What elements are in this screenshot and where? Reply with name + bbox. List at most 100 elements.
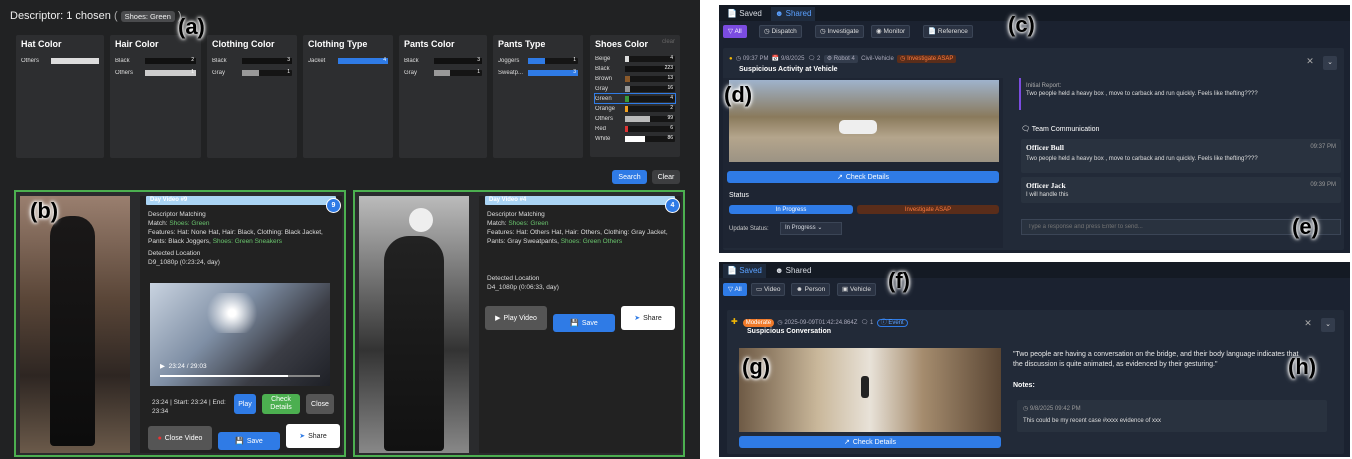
tab-saved[interactable]: 📄 Saved xyxy=(723,7,766,21)
clear-button[interactable]: Clear xyxy=(652,170,680,184)
facet-option[interactable]: Joggers 1 xyxy=(498,56,578,65)
match-value: Shoes: Green xyxy=(169,220,210,227)
tab-shared[interactable]: ☻ Shared xyxy=(771,264,815,278)
filter-label: Person xyxy=(804,286,826,293)
check-details-button[interactable]: Check Details xyxy=(262,394,300,414)
incident-meta: ● ◷ 09:37 PM 📅 9/8/2025 🗨 2 ⚙ Robot 4 Ci… xyxy=(729,55,957,63)
facet-option-bar xyxy=(51,57,99,64)
facet-option-bar: 1 xyxy=(242,69,292,76)
external-link-icon: ↗ xyxy=(836,174,843,181)
initial-report: Initial Report: Two people held a heavy … xyxy=(1019,78,1339,110)
incident-photo[interactable] xyxy=(729,80,999,162)
video-time-text: 23:24 / 29:03 xyxy=(168,363,207,370)
facet-option-count: 223 xyxy=(664,64,673,71)
facet-option[interactable]: Others 99 xyxy=(595,114,675,123)
facet-option-label: White xyxy=(595,135,611,142)
facet-option-label: Gray xyxy=(212,69,226,76)
check-details-button[interactable]: ↗ Check Details xyxy=(727,171,999,183)
facet-option[interactable]: Others xyxy=(21,56,99,65)
tab-shared[interactable]: ☻ Shared xyxy=(771,7,816,21)
person-thumbnail[interactable] xyxy=(359,196,469,453)
facet-option[interactable]: Sweatp... 3 xyxy=(498,68,578,77)
event-timestamp: 2025-09-09T01:42:24.864Z xyxy=(784,320,858,326)
facet-option[interactable]: Jacket 4 xyxy=(308,56,388,65)
save-button[interactable]: 💾 Save xyxy=(553,314,615,332)
play-video-button[interactable]: ▶ Play Video xyxy=(485,306,547,330)
filter-monitor[interactable]: ◉ Monitor xyxy=(871,25,911,38)
update-status-select[interactable]: In Progress ⌄ xyxy=(780,222,842,235)
filter-person[interactable]: ☻ Person xyxy=(791,283,831,296)
close-button[interactable]: Close xyxy=(306,394,334,414)
filter-all[interactable]: ▽ All xyxy=(723,25,747,38)
match-key: Match: xyxy=(487,220,507,227)
event-card: ✚ Moderate ◷ 2025-09-09T01:42:24.864Z 🗨 … xyxy=(727,310,1344,454)
video-player[interactable]: ▶ 23:24 / 29:03 xyxy=(150,283,330,386)
filter-video[interactable]: ▭ Video xyxy=(751,283,786,296)
facet-option-bar: 1 xyxy=(528,57,578,64)
facet-option-count: 13 xyxy=(667,74,673,81)
filter-icon: ☻ xyxy=(796,286,803,293)
facet-column: Clothing Type Jacket 4 xyxy=(303,35,393,158)
robot-label: Robot 4 xyxy=(833,56,855,62)
close-icon[interactable]: ✕ xyxy=(1303,56,1317,70)
play-video-label: Play Video xyxy=(503,314,537,322)
facet-option[interactable]: Others 1 xyxy=(115,68,196,77)
person-thumbnail[interactable] xyxy=(20,196,130,453)
close-video-button[interactable]: ● Close Video xyxy=(148,426,212,450)
facet-column: Clothing Color Black 3 Gray 1 xyxy=(207,35,297,158)
facet-option[interactable]: Orange 2 xyxy=(595,104,675,113)
facet-option[interactable]: Green 4 xyxy=(594,93,676,104)
chevron-down-icon[interactable]: ⌄ xyxy=(1321,318,1335,332)
figure-label-g: (g) xyxy=(742,354,771,379)
tab-saved-label: Saved xyxy=(739,9,762,18)
figure-label-d: (d) xyxy=(724,82,753,107)
facet-option-bar: 13 xyxy=(625,74,675,82)
facet-option-count: 86 xyxy=(667,134,673,141)
video-icon: ▶ xyxy=(495,315,501,322)
filter-all[interactable]: ▽ All xyxy=(723,283,747,296)
search-button[interactable]: Search xyxy=(612,170,647,184)
tab-shared-label: Shared xyxy=(785,9,812,18)
facet-shoes-color: Shoes Color clear Beige 4 Black 223 Brown 13 Gr… xyxy=(590,35,680,157)
features-key: Features: xyxy=(148,229,176,236)
video-title: Day Video #9 xyxy=(146,196,336,205)
descriptor-chip[interactable]: Shoes: Green xyxy=(120,11,175,22)
close-icon[interactable]: ✕ xyxy=(1301,318,1315,332)
filter-vehicle[interactable]: ▣ Vehicle xyxy=(837,283,876,296)
features-match: Shoes: Green Others xyxy=(560,238,623,245)
facet-option-label: Black xyxy=(212,57,227,64)
event-photo[interactable] xyxy=(739,348,1001,432)
facet-option[interactable]: Black 3 xyxy=(212,56,292,65)
record-icon: ● xyxy=(157,434,162,442)
facet-option[interactable]: Red 6 xyxy=(595,124,675,133)
tab-bar: 📄 Saved ☻ Shared xyxy=(719,262,1350,278)
play-button[interactable]: Play xyxy=(234,394,256,414)
event-comments: 1 xyxy=(870,320,874,326)
facet-option[interactable]: Gray 16 xyxy=(595,84,675,93)
event-type-badge: ⓘ Event xyxy=(876,319,908,327)
save-button[interactable]: 💾 Save xyxy=(218,432,280,450)
share-button[interactable]: ➤ Share xyxy=(621,306,675,330)
saved-events-panel: 📄 Saved ☻ Shared ▽ All ▭ Video ☻ Person ▣ V… xyxy=(719,262,1350,457)
facet-option-count: 16 xyxy=(667,84,673,91)
facet-option[interactable]: Brown 13 xyxy=(595,74,675,83)
facet-option[interactable]: Black 223 xyxy=(595,64,675,73)
figure-label-e: (e) xyxy=(1292,214,1319,239)
chevron-down-icon[interactable]: ⌄ xyxy=(1323,56,1337,70)
facet-option[interactable]: Gray 1 xyxy=(212,68,292,77)
share-button[interactable]: ➤ Share xyxy=(286,424,340,448)
filter-dispatch[interactable]: ◷ Dispatch xyxy=(759,25,802,38)
facet-option[interactable]: Gray 1 xyxy=(404,68,482,77)
tab-saved[interactable]: 📄 Saved xyxy=(723,264,766,278)
facet-option[interactable]: Beige 4 xyxy=(595,54,675,63)
facet-option[interactable]: White 86 xyxy=(595,134,675,143)
event-meta: ✚ Moderate ◷ 2025-09-09T01:42:24.864Z 🗨 … xyxy=(731,317,908,327)
facet-clear-link[interactable]: clear xyxy=(662,39,675,49)
features-key: Features: xyxy=(487,229,515,236)
filter-investigate[interactable]: ◷ Investigate xyxy=(815,25,864,38)
facet-option[interactable]: Black 3 xyxy=(404,56,482,65)
video-scrubber[interactable] xyxy=(160,375,320,377)
filter-reference[interactable]: 📄 Reference xyxy=(923,25,973,38)
check-details-button[interactable]: ↗ Check Details xyxy=(739,436,1001,448)
facet-option[interactable]: Black 2 xyxy=(115,56,196,65)
